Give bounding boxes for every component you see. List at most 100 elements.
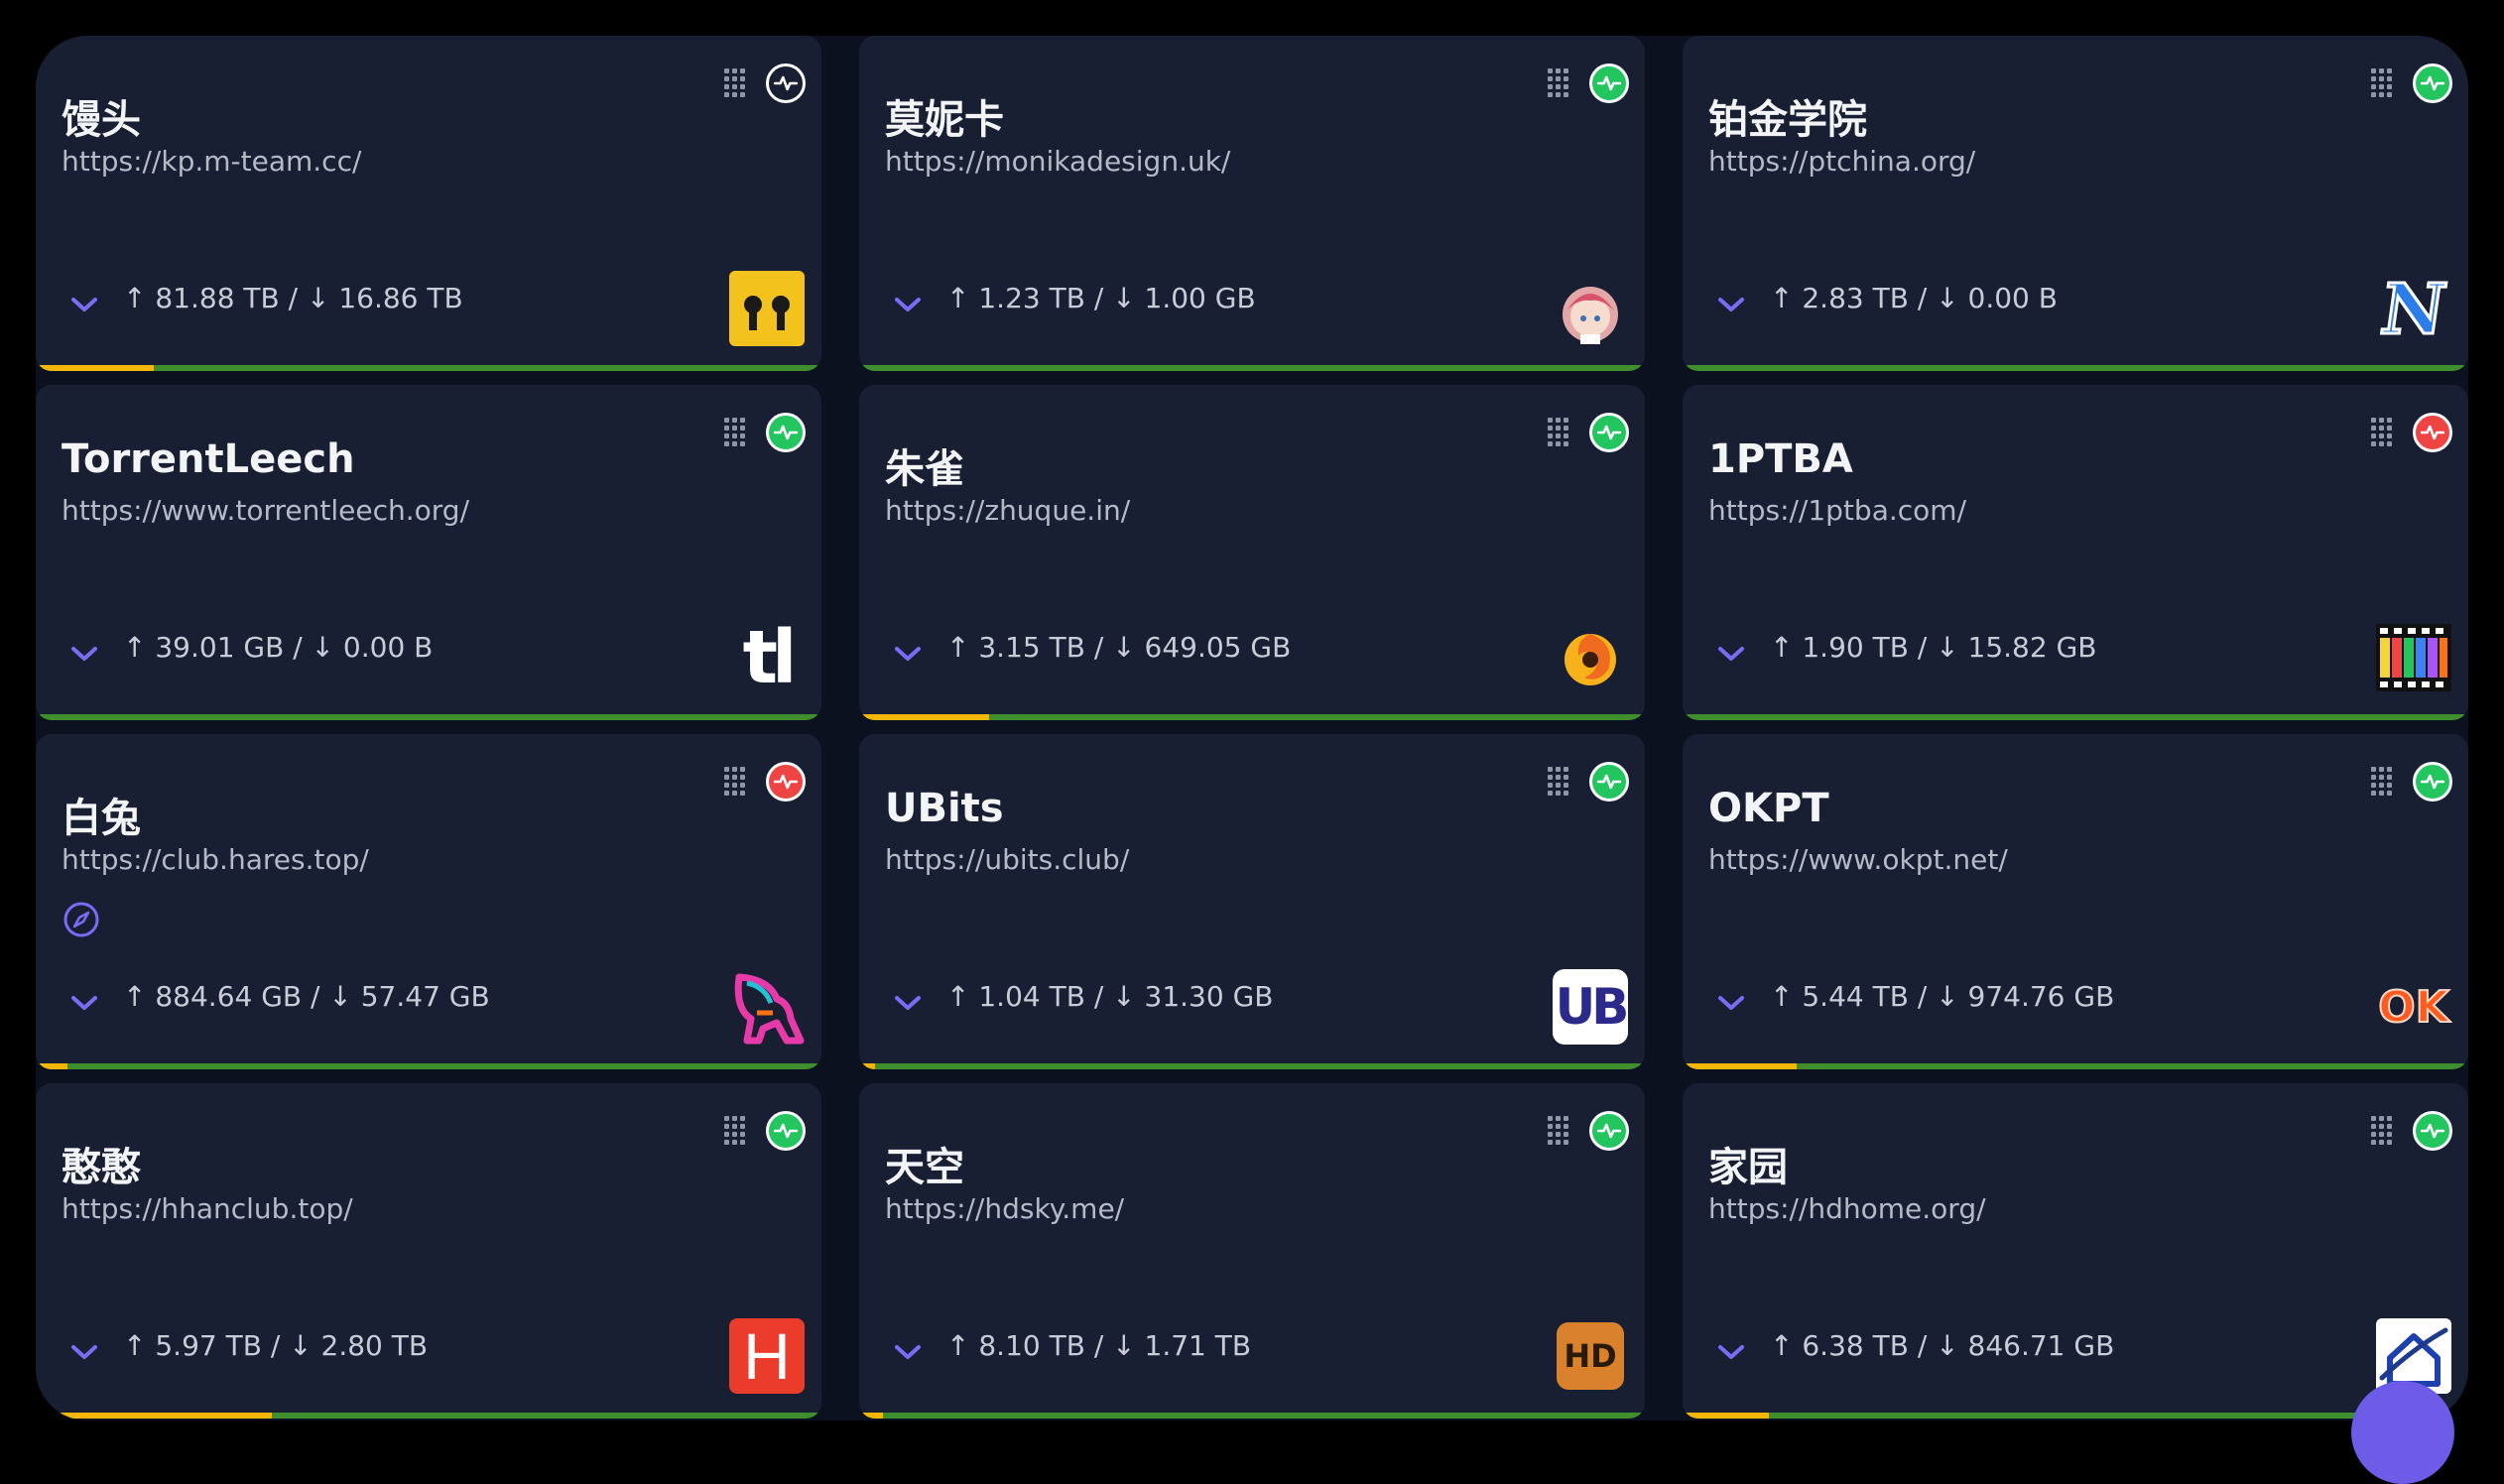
site-grid-panel: 馒头 https://kp.m-team.cc/ ↑ 81.88 TB / ↓ … [36, 36, 2468, 1421]
status-online-icon[interactable] [766, 63, 806, 103]
site-name: OKPT [1708, 786, 1829, 831]
monika-avatar-logo [1552, 270, 1629, 347]
chevron-down-icon[interactable] [893, 643, 923, 665]
site-url[interactable]: https://ptchina.org/ [1708, 145, 1975, 178]
site-name: 铂金学院 [1708, 97, 1867, 143]
progress-bar [1683, 1063, 2468, 1069]
site-card-hdhome[interactable]: 家园 https://hdhome.org/ ↑ 6.38 TB / ↓ 846… [1683, 1083, 2468, 1419]
status-online-icon[interactable] [2413, 1111, 2452, 1151]
status-offline-icon[interactable] [766, 762, 806, 802]
drag-handle-icon[interactable] [2371, 68, 2393, 98]
site-name: 白兔 [62, 796, 141, 841]
drag-handle-icon[interactable] [2371, 1116, 2393, 1146]
site-card-hdsky[interactable]: 天空 https://hdsky.me/ ↑ 8.10 TB / ↓ 1.71 … [859, 1083, 1645, 1419]
drag-handle-icon[interactable] [1548, 1116, 1569, 1146]
site-url[interactable]: https://hdsky.me/ [885, 1192, 1124, 1225]
floating-action-button[interactable] [2351, 1381, 2454, 1484]
ubits-ub-logo: UB [1552, 968, 1629, 1046]
site-name: 1PTBA [1708, 436, 1853, 482]
ubits-logo-text: UB [1555, 978, 1629, 1036]
progress-bar [859, 365, 1645, 371]
site-url[interactable]: https://ubits.club/ [885, 843, 1129, 876]
ptchina-logo-text: N [2375, 270, 2452, 347]
site-url[interactable]: https://hhanclub.top/ [62, 1192, 353, 1225]
traffic-stats: ↑ 3.15 TB / ↓ 649.05 GB [946, 631, 1292, 664]
chevron-down-icon[interactable] [1716, 1341, 1746, 1363]
hdsky-logo-text: HD [1564, 1337, 1617, 1375]
ptchina-n-logo: N [2375, 270, 2452, 347]
site-url[interactable]: https://www.okpt.net/ [1708, 843, 2008, 876]
site-card-mteam[interactable]: 馒头 https://kp.m-team.cc/ ↑ 81.88 TB / ↓ … [36, 36, 821, 371]
site-card-zhuque[interactable]: 朱雀 https://zhuque.in/ ↑ 3.15 TB / ↓ 649.… [859, 385, 1645, 720]
drag-handle-icon[interactable] [724, 1116, 746, 1146]
chevron-down-icon[interactable] [69, 992, 99, 1014]
chevron-down-icon[interactable] [69, 643, 99, 665]
progress-bar [859, 1413, 1645, 1419]
site-card-torrentleech[interactable]: TorrentLeech https://www.torrentleech.or… [36, 385, 821, 720]
chevron-down-icon[interactable] [893, 992, 923, 1014]
chevron-down-icon[interactable] [893, 1341, 923, 1363]
site-url[interactable]: https://hdhome.org/ [1708, 1192, 1986, 1225]
status-online-icon[interactable] [766, 413, 806, 452]
site-card-ubits[interactable]: UBits https://ubits.club/ ↑ 1.04 TB / ↓ … [859, 734, 1645, 1069]
site-card-monikadesign[interactable]: 莫妮卡 https://monikadesign.uk/ ↑ 1.23 TB /… [859, 36, 1645, 371]
status-online-icon[interactable] [2413, 762, 2452, 802]
chevron-down-icon[interactable] [1716, 643, 1746, 665]
progress-bar [859, 714, 1645, 720]
status-offline-icon[interactable] [2413, 413, 2452, 452]
site-url[interactable]: https://www.torrentleech.org/ [62, 494, 469, 527]
hares-rabbit-logo [728, 968, 806, 1046]
drag-handle-icon[interactable] [2371, 767, 2393, 797]
chevron-down-icon[interactable] [1716, 992, 1746, 1014]
site-url[interactable]: https://monikadesign.uk/ [885, 145, 1230, 178]
chevron-down-icon[interactable] [69, 294, 99, 315]
traffic-stats: ↑ 39.01 GB / ↓ 0.00 B [123, 631, 434, 664]
zhuque-flame-logo [1552, 619, 1629, 696]
site-name: 憨憨 [62, 1145, 141, 1190]
status-online-icon[interactable] [1589, 413, 1629, 452]
drag-handle-icon[interactable] [1548, 68, 1569, 98]
compass-icon[interactable] [62, 900, 101, 939]
drag-handle-icon[interactable] [724, 418, 746, 447]
site-name: 家园 [1708, 1145, 1788, 1190]
drag-handle-icon[interactable] [1548, 767, 1569, 797]
site-card-hares[interactable]: 白兔 https://club.hares.top/ ↑ 884.64 GB /… [36, 734, 821, 1069]
site-url[interactable]: https://kp.m-team.cc/ [62, 145, 361, 178]
site-name: 馒头 [62, 97, 141, 143]
progress-bar [1683, 1413, 2468, 1419]
traffic-stats: ↑ 8.10 TB / ↓ 1.71 TB [946, 1329, 1252, 1362]
traffic-stats: ↑ 1.04 TB / ↓ 31.30 GB [946, 980, 1274, 1013]
chevron-down-icon[interactable] [69, 1341, 99, 1363]
status-online-icon[interactable] [1589, 762, 1629, 802]
site-name: 天空 [885, 1145, 964, 1190]
progress-bar [36, 365, 821, 371]
torrentleech-tl-logo: tl [728, 619, 806, 696]
mteam-logo [728, 270, 806, 347]
chevron-down-icon[interactable] [893, 294, 923, 315]
site-card-okpt[interactable]: OKPT https://www.okpt.net/ ↑ 5.44 TB / ↓… [1683, 734, 2468, 1069]
status-online-icon[interactable] [766, 1111, 806, 1151]
site-card-ptchina[interactable]: 铂金学院 https://ptchina.org/ ↑ 2.83 TB / ↓ … [1683, 36, 2468, 371]
progress-bar [859, 1063, 1645, 1069]
status-online-icon[interactable] [1589, 1111, 1629, 1151]
drag-handle-icon[interactable] [724, 68, 746, 98]
status-online-icon[interactable] [2413, 63, 2452, 103]
drag-handle-icon[interactable] [724, 767, 746, 797]
drag-handle-icon[interactable] [2371, 418, 2393, 447]
site-name: 朱雀 [885, 446, 964, 492]
progress-bar [36, 1413, 821, 1419]
site-name: 莫妮卡 [885, 97, 1004, 143]
progress-bar [1683, 714, 2468, 720]
traffic-stats: ↑ 81.88 TB / ↓ 16.86 TB [123, 282, 463, 314]
drag-handle-icon[interactable] [1548, 418, 1569, 447]
site-card-hhanclub[interactable]: 憨憨 https://hhanclub.top/ ↑ 5.97 TB / ↓ 2… [36, 1083, 821, 1419]
status-online-icon[interactable] [1589, 63, 1629, 103]
traffic-stats: ↑ 6.38 TB / ↓ 846.71 GB [1770, 1329, 2115, 1362]
chevron-down-icon[interactable] [1716, 294, 1746, 315]
traffic-stats: ↑ 1.23 TB / ↓ 1.00 GB [946, 282, 1256, 314]
site-card-1ptba[interactable]: 1PTBA https://1ptba.com/ ↑ 1.90 TB / ↓ 1… [1683, 385, 2468, 720]
site-url[interactable]: https://club.hares.top/ [62, 843, 369, 876]
site-url[interactable]: https://1ptba.com/ [1708, 494, 1966, 527]
site-url[interactable]: https://zhuque.in/ [885, 494, 1130, 527]
traffic-stats: ↑ 5.97 TB / ↓ 2.80 TB [123, 1329, 429, 1362]
